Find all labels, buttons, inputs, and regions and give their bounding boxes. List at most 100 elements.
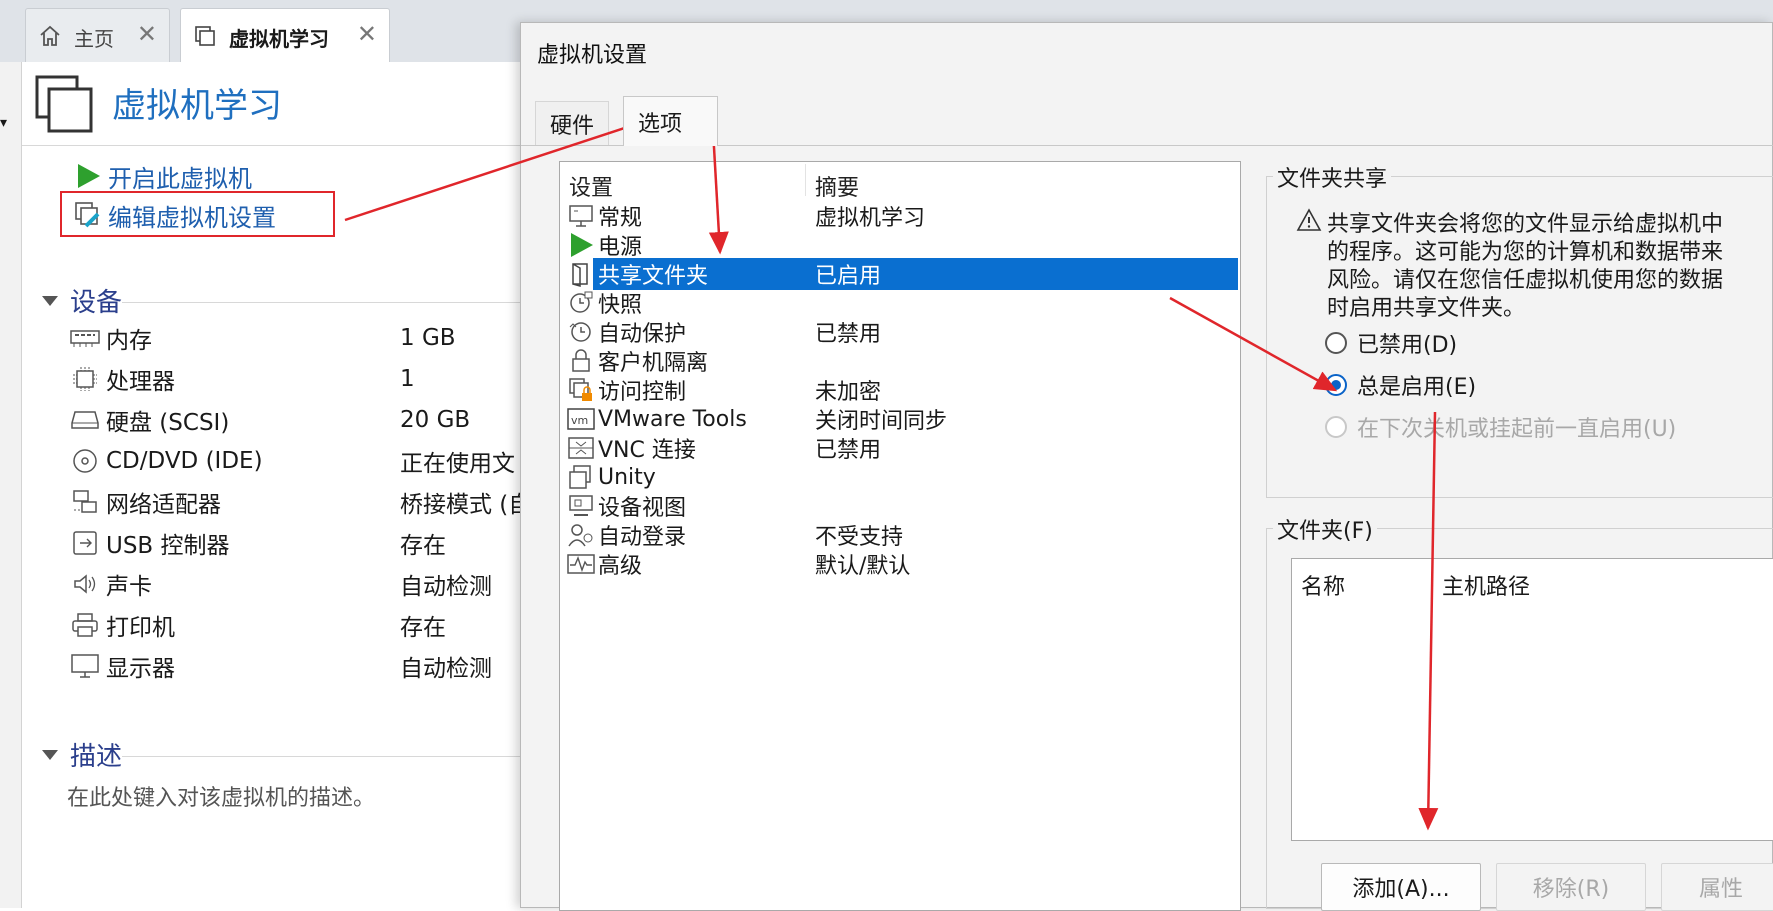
power-icon (566, 230, 596, 260)
option-name: 设备视图 (598, 496, 687, 521)
device-name: USB 控制器 (106, 533, 230, 559)
column-header-setting: 设置 (569, 176, 614, 201)
radio-button[interactable] (1325, 332, 1347, 354)
option-name: 访问控制 (598, 380, 687, 405)
radio-label: 已禁用(D) (1357, 333, 1458, 358)
option-row-access-control[interactable]: 访问控制 未加密 (562, 374, 1238, 406)
radio-always-enabled[interactable]: 总是启用(E) (1325, 369, 1476, 401)
option-summary: 已禁用 (815, 322, 882, 347)
start-vm-link[interactable]: 开启此虚拟机 (72, 161, 252, 193)
lock-icon (566, 346, 596, 376)
option-row-vmware-tools[interactable]: vm VMware Tools 关闭时间同步 (562, 403, 1238, 435)
option-row-general[interactable]: 常规 虚拟机学习 (562, 200, 1238, 232)
hard-disk-icon (68, 405, 102, 435)
radio-disabled-option[interactable]: 已禁用(D) (1325, 327, 1457, 359)
monitor-icon (68, 651, 102, 681)
option-row-unity[interactable]: Unity (562, 461, 1238, 493)
option-summary: 未加密 (815, 380, 882, 405)
option-summary: 关闭时间同步 (815, 409, 948, 434)
collapse-triangle-icon (42, 295, 58, 306)
device-value: 桥接模式 (自 (400, 492, 520, 518)
device-name: 声卡 (106, 574, 152, 600)
tab-home-label: 主页 (74, 27, 114, 51)
network-icon (68, 487, 102, 517)
description-section-header[interactable]: 描述 (42, 736, 122, 773)
chevron-down-icon[interactable]: ▾ (0, 115, 7, 131)
collapse-triangle-icon (42, 749, 58, 760)
folders-label: 文件夹(F) (1273, 513, 1377, 545)
device-row-hard-disk[interactable]: 硬盘 (SCSI) 20 GB (68, 402, 523, 438)
option-name: 自动登录 (598, 525, 687, 550)
column-header-host-path[interactable]: 主机路径 (1442, 569, 1530, 601)
device-value: 存在 (400, 533, 446, 559)
divider (122, 302, 522, 303)
option-row-power[interactable]: 电源 (562, 229, 1238, 261)
column-separator (805, 164, 806, 196)
page-title: 虚拟机学习 (112, 86, 282, 126)
folder-sharing-label: 文件夹共享 (1273, 161, 1392, 193)
properties-button: 属性 (1661, 863, 1773, 911)
radio-label: 在下次关机或挂起前一直启用(U) (1357, 417, 1677, 442)
option-row-autoprotect[interactable]: 自动保护 已禁用 (562, 316, 1238, 348)
radio-until-poweroff: 在下次关机或挂起前一直启用(U) (1325, 411, 1676, 443)
option-row-snapshots[interactable]: 快照 (562, 287, 1238, 319)
option-row-shared-folders[interactable]: 共享文件夹 已启用 (562, 258, 1238, 290)
play-icon (72, 161, 104, 191)
add-folder-button[interactable]: 添加(A)... (1321, 863, 1481, 911)
device-name: 打印机 (106, 615, 175, 641)
device-value: 1 (400, 366, 415, 392)
option-row-device-view[interactable]: 设备视图 (562, 490, 1238, 522)
device-row-network[interactable]: 网络适配器 桥接模式 (自 (68, 484, 523, 520)
options-list: 设置 摘要 常规 虚拟机学习 电源 共享文件夹 已启用 快照 自动保护 已禁用 … (559, 161, 1241, 911)
option-name: 共享文件夹 (598, 264, 709, 289)
device-row-cd-dvd[interactable]: CD/DVD (IDE) 正在使用文 (68, 443, 523, 479)
warning-icon (1296, 208, 1322, 231)
device-name: 显示器 (106, 656, 175, 682)
device-name: CD/DVD (IDE) (106, 448, 263, 474)
printer-icon (68, 610, 102, 640)
dialog-title: 虚拟机设置 (537, 43, 648, 68)
device-value: 20 GB (400, 407, 471, 433)
tab-hardware[interactable]: 硬件 (535, 101, 610, 146)
option-name: VMware Tools (598, 406, 747, 432)
device-name: 处理器 (106, 369, 175, 395)
device-value: 正在使用文 (400, 451, 515, 477)
devices-section-header[interactable]: 设备 (42, 282, 122, 319)
device-row-memory[interactable]: 内存 1 GB (68, 320, 523, 356)
device-row-printer[interactable]: 打印机 存在 (68, 607, 523, 643)
device-row-sound[interactable]: 声卡 自动检测 (68, 566, 523, 602)
vmware-tools-icon: vm (566, 404, 596, 434)
close-icon[interactable]: ✕ (137, 20, 157, 48)
sidebar-collapsed-edge[interactable]: ▾ (0, 62, 22, 908)
description-input[interactable]: 在此处键入对该虚拟机的描述。 (67, 780, 375, 812)
option-row-guest-isolation[interactable]: 客户机隔离 (562, 345, 1238, 377)
option-row-autologin[interactable]: 自动登录 不受支持 (562, 519, 1238, 551)
folders-table[interactable]: 名称 主机路径 (1291, 558, 1773, 841)
radio-button[interactable] (1325, 374, 1347, 396)
option-row-advanced[interactable]: 高级 默认/默认 (562, 548, 1238, 580)
radio-label: 总是启用(E) (1357, 375, 1477, 400)
cpu-icon (68, 364, 102, 394)
description-header-label: 描述 (70, 742, 123, 772)
annotation-highlight-box (60, 191, 335, 237)
access-control-icon (566, 375, 596, 405)
device-row-cpu[interactable]: 处理器 1 (68, 361, 523, 397)
column-header-name[interactable]: 名称 (1301, 569, 1345, 601)
device-value: 1 GB (400, 325, 456, 351)
vm-icon (195, 26, 215, 46)
column-separator (1432, 561, 1433, 595)
device-row-usb[interactable]: USB 控制器 存在 (68, 525, 523, 561)
tab-options[interactable]: 选项 (623, 96, 718, 146)
autologin-icon (566, 520, 596, 550)
tab-home[interactable]: 主页 ✕ (25, 8, 170, 62)
option-name: VNC 连接 (598, 438, 696, 463)
tab-vm[interactable]: 虚拟机学习 ✕ (180, 8, 390, 62)
option-row-vnc[interactable]: VNC 连接 已禁用 (562, 432, 1238, 464)
device-value: 自动检测 (400, 656, 492, 682)
device-name: 网络适配器 (106, 492, 221, 518)
device-row-display[interactable]: 显示器 自动检测 (68, 648, 523, 684)
device-name: 硬盘 (SCSI) (106, 410, 230, 436)
option-summary: 不受支持 (815, 525, 904, 550)
close-icon[interactable]: ✕ (357, 20, 377, 48)
start-vm-label: 开启此虚拟机 (108, 164, 252, 193)
